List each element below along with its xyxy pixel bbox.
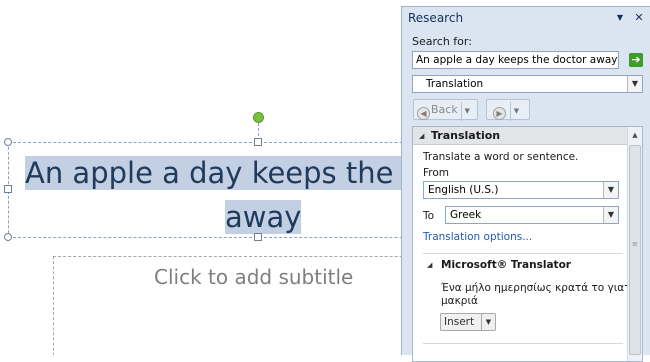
insert-button[interactable]: Insert ▼	[440, 313, 496, 331]
service-select-value: Translation	[426, 78, 484, 90]
grip-icon: ≡	[632, 240, 638, 248]
translation-line-1: Ένα μήλο ημερησίως κρατά το γιατρό	[441, 282, 643, 294]
pane-title: Research	[408, 11, 464, 25]
back-dropdown-icon[interactable]: ▼	[460, 102, 473, 121]
close-icon[interactable]: ✕	[631, 10, 647, 26]
forward-dropdown-icon[interactable]: ▼	[510, 102, 522, 121]
dropdown-arrow-icon[interactable]: ▼	[627, 76, 642, 92]
slide-canvas[interactable]: An apple a day keeps the d away Click to…	[0, 0, 402, 355]
from-label: From	[423, 167, 450, 179]
forward-icon: ▶	[493, 107, 506, 120]
divider	[423, 253, 623, 254]
translation-section-header[interactable]: ◢ Translation	[413, 127, 627, 145]
results-scrollbar[interactable]: ▲ ≡	[627, 127, 642, 361]
to-label: To	[423, 210, 435, 222]
sizing-handle-top-left[interactable]	[4, 138, 12, 146]
instruction-text: Translate a word or sentence.	[423, 151, 579, 163]
sizing-handle-left[interactable]	[4, 185, 12, 193]
search-input[interactable]: An apple a day keeps the doctor away	[412, 51, 619, 69]
service-select[interactable]: Translation ▼	[412, 75, 643, 93]
title-line-1: An apple a day keeps the d	[25, 156, 402, 190]
scroll-up-icon[interactable]: ▲	[629, 128, 641, 142]
translator-title[interactable]: Microsoft® Translator	[441, 259, 571, 271]
forward-button[interactable]: ▶ ▼	[486, 99, 530, 121]
to-language-value: Greek	[450, 209, 482, 221]
translation-options-link[interactable]: Translation options...	[423, 231, 532, 243]
from-language-select[interactable]: English (U.S.) ▼	[423, 181, 619, 199]
title-line-2: away	[225, 200, 302, 234]
subtitle-placeholder-text: Click to add subtitle	[154, 265, 354, 289]
collapse-triangle-icon[interactable]: ◢	[419, 127, 424, 145]
results-pane: ◢ Translation Translate a word or senten…	[412, 126, 643, 362]
from-language-value: English (U.S.)	[428, 184, 499, 196]
dropdown-arrow-icon[interactable]: ▼	[603, 182, 618, 198]
divider	[423, 343, 623, 344]
subtitle-placeholder[interactable]: Click to add subtitle	[53, 256, 402, 355]
back-button[interactable]: ◀ Back ▼	[413, 99, 478, 121]
pane-header: Research ▼ ✕	[402, 7, 650, 29]
rotation-handle[interactable]	[253, 112, 264, 123]
go-arrow-icon[interactable]: ➔	[629, 53, 643, 67]
translation-line-2: μακριά	[441, 295, 478, 307]
title-placeholder[interactable]: An apple a day keeps the d away	[8, 142, 402, 238]
section-title: Translation	[431, 129, 501, 142]
sizing-handle-bottom[interactable]	[254, 233, 262, 241]
back-label: Back	[431, 103, 458, 116]
search-for-label: Search for:	[412, 35, 472, 48]
research-pane: Research ▼ ✕ Search for: An apple a day …	[401, 6, 650, 362]
sizing-handle-bottom-left[interactable]	[4, 233, 12, 241]
scrollbar-thumb[interactable]: ≡	[629, 145, 641, 355]
insert-dropdown-icon[interactable]: ▼	[481, 314, 495, 330]
pane-options-icon[interactable]: ▼	[612, 10, 628, 26]
sizing-handle-top[interactable]	[254, 138, 262, 146]
to-language-select[interactable]: Greek ▼	[445, 206, 619, 224]
dropdown-arrow-icon[interactable]: ▼	[603, 207, 618, 223]
back-icon: ◀	[417, 107, 430, 120]
collapse-triangle-icon[interactable]: ◢	[427, 261, 432, 269]
insert-label: Insert	[444, 316, 475, 328]
